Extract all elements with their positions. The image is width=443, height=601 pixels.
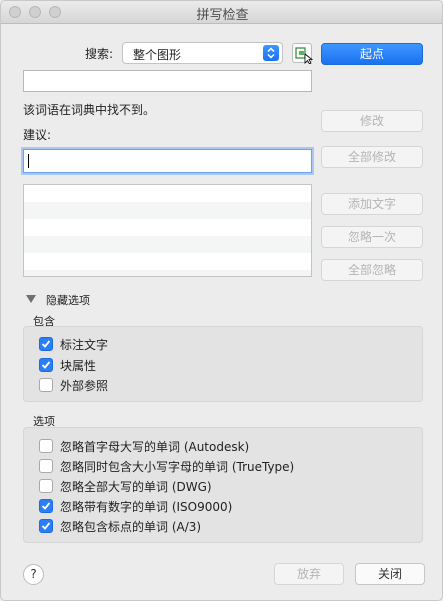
list-item[interactable] xyxy=(24,219,311,236)
ignore-numbers-label: 忽略带有数字的单词 (ISO9000) xyxy=(60,500,233,514)
text-caret xyxy=(28,154,29,168)
ignore-mixed-case-label: 忽略同时包含大小写字母的单词 (TrueType) xyxy=(60,460,295,474)
ignore-all-button[interactable]: 全部忽略 xyxy=(321,259,423,281)
list-item[interactable] xyxy=(24,236,311,253)
checkmark-icon xyxy=(41,340,51,348)
include-annotation-label: 标注文字 xyxy=(60,338,109,352)
add-word-button[interactable]: 添加文字 xyxy=(321,193,423,215)
checkmark-icon xyxy=(41,361,51,369)
hide-options-toggle[interactable]: 隐藏选项 xyxy=(26,293,146,307)
include-block-attributes-checkbox[interactable] xyxy=(39,358,53,372)
include-xref-label: 外部参照 xyxy=(60,379,109,393)
include-block-attributes-label: 块属性 xyxy=(60,359,97,373)
ignore-capitalized-label: 忽略首字母大写的单词 (Autodesk) xyxy=(60,440,250,454)
list-item[interactable] xyxy=(24,270,311,276)
not-found-message: 该词语在词典中找不到。 xyxy=(23,103,156,117)
modify-all-button[interactable]: 全部修改 xyxy=(321,146,423,168)
disclosure-triangle-icon xyxy=(26,295,36,303)
suggestion-input[interactable] xyxy=(23,149,312,173)
list-item[interactable] xyxy=(24,202,311,219)
search-scope-value: 整个图形 xyxy=(133,48,182,62)
ignore-numbers-checkbox[interactable] xyxy=(39,499,53,513)
ignore-mixed-case-checkbox[interactable] xyxy=(39,459,53,473)
select-objects-icon xyxy=(295,47,314,65)
start-button[interactable]: 起点 xyxy=(321,43,423,65)
ignore-capitalized-checkbox[interactable] xyxy=(39,439,53,453)
help-button[interactable]: ? xyxy=(23,564,44,585)
close-button[interactable]: 关闭 xyxy=(355,563,425,585)
chevron-updown-icon xyxy=(263,45,279,61)
include-xref-checkbox[interactable] xyxy=(39,378,53,392)
suggestions-list[interactable] xyxy=(23,184,312,277)
ignore-uppercase-label: 忽略全部大写的单词 (DWG) xyxy=(60,480,212,494)
checkmark-icon xyxy=(41,522,51,530)
hide-options-label: 隐藏选项 xyxy=(46,294,90,307)
checkmark-icon xyxy=(41,502,51,510)
ignore-punctuation-checkbox[interactable] xyxy=(39,519,53,533)
include-group: 标注文字 块属性 外部参照 xyxy=(23,326,423,402)
options-group: 忽略首字母大写的单词 (Autodesk) 忽略同时包含大小写字母的单词 (Tr… xyxy=(23,427,423,543)
list-item[interactable] xyxy=(24,253,311,270)
include-annotation-checkbox[interactable] xyxy=(39,337,53,351)
suggestion-label: 建议: xyxy=(23,128,52,142)
abandon-button[interactable]: 放弃 xyxy=(274,563,344,585)
search-scope-select[interactable]: 整个图形 xyxy=(122,42,283,64)
modify-button[interactable]: 修改 xyxy=(321,110,423,132)
list-item[interactable] xyxy=(24,185,311,202)
current-word-field[interactable] xyxy=(23,70,312,92)
search-label: 搜索: xyxy=(85,47,114,61)
title-bar: 拼写检查 xyxy=(1,1,442,24)
ignore-punctuation-label: 忽略包含标点的单词 (A/3) xyxy=(60,520,202,534)
spell-check-dialog: 拼写检查 搜索: 整个图形 起点 该词语在词典中找不到。 修改 建议: 全部修改 xyxy=(0,0,443,601)
select-objects-button[interactable] xyxy=(292,43,314,65)
ignore-uppercase-checkbox[interactable] xyxy=(39,479,53,493)
ignore-once-button[interactable]: 忽略一次 xyxy=(321,226,423,248)
window-title: 拼写检查 xyxy=(196,8,249,23)
